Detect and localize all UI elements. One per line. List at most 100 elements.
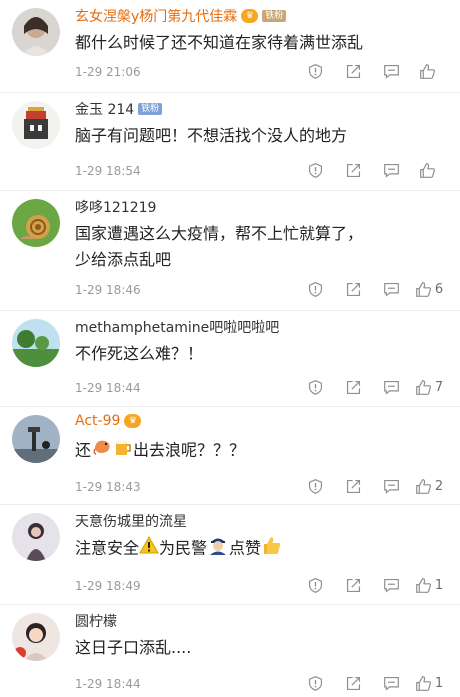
timestamp: 1-29 18:43 — [75, 480, 141, 494]
like-icon — [415, 478, 431, 494]
like-button[interactable]: 1 — [410, 672, 448, 694]
comment-actions: 7 — [296, 376, 448, 398]
repost-button[interactable] — [334, 159, 372, 181]
report-button[interactable] — [296, 376, 334, 398]
like-button[interactable]: 6 — [410, 278, 448, 300]
report-button[interactable] — [296, 278, 334, 300]
avatar[interactable] — [12, 415, 60, 463]
comment-actions: 2 — [296, 475, 448, 497]
username[interactable]: 圆柠檬 — [75, 611, 117, 631]
warning-emoji-icon — [139, 535, 159, 562]
username[interactable]: 天意伤城里的流星 — [75, 511, 187, 531]
like-button[interactable]: 7 — [410, 376, 448, 398]
like-icon — [415, 281, 431, 297]
repost-button[interactable] — [334, 672, 372, 694]
comment-text-part: 出去浪呢？？？ — [133, 440, 246, 460]
thumbs-up-emoji-icon — [261, 535, 283, 563]
like-count: 2 — [434, 478, 444, 494]
comment-text-part: 还 — [75, 440, 92, 460]
timestamp: 1-29 18:54 — [75, 164, 141, 178]
report-icon — [308, 379, 322, 395]
comment-item: 天意伤城里的流星 注意安全 为民警 点赞 1-29 18:49 1 — [0, 505, 460, 605]
beer-emoji-icon — [113, 437, 133, 465]
comment-text: 脑子有问题吧！不想活找个没人的地方 — [75, 126, 348, 145]
report-button[interactable] — [296, 475, 334, 497]
username[interactable]: methamphetamine吧啦吧啦吧 — [75, 317, 279, 337]
comment-item: 哆哆121219 国家遭遇这么大疫情，帮不上忙就算了，少给添点乱吧 1-29 1… — [0, 191, 460, 311]
repost-button[interactable] — [334, 60, 372, 82]
like-count: 6 — [434, 281, 444, 297]
username-text[interactable]: methamphetamine吧啦吧啦吧 — [75, 317, 279, 337]
repost-icon — [346, 676, 360, 690]
timestamp: 1-29 18:49 — [75, 579, 141, 593]
report-button[interactable] — [296, 159, 334, 181]
comment-item: 玄女涅槃y杨门第九代佳霖 ♛ 铁粉 都什么时候了还不知道在家待着满世添乱 1-2… — [0, 0, 460, 93]
timestamp: 1-29 21:06 — [75, 65, 141, 79]
report-button[interactable] — [296, 672, 334, 694]
like-button[interactable]: 1 — [410, 574, 448, 596]
comment-text-part: 点赞 — [229, 538, 262, 558]
like-button[interactable] — [410, 60, 448, 82]
avatar[interactable] — [12, 319, 60, 367]
username-text[interactable]: 玄女涅槃y杨门第九代佳霖 — [75, 6, 237, 26]
avatar[interactable] — [12, 8, 60, 56]
comment-text-part: 为民警 — [159, 538, 208, 558]
comment-text-part: 注意安全 — [75, 538, 140, 558]
username[interactable]: Act-99 ♛ — [75, 413, 142, 429]
repost-button[interactable] — [334, 574, 372, 596]
username-text[interactable]: 圆柠檬 — [75, 611, 117, 631]
username-text[interactable]: 金玉 214 — [75, 99, 134, 119]
repost-icon — [346, 479, 360, 493]
username-text[interactable]: 天意伤城里的流星 — [75, 511, 187, 531]
report-button[interactable] — [296, 574, 334, 596]
username[interactable]: 金玉 214 铁粉 — [75, 99, 163, 119]
comment-text: 都什么时候了还不知道在家待着满世添乱 — [75, 33, 364, 52]
report-icon — [308, 162, 322, 178]
comment-text: 注意安全 为民警 点赞 — [75, 535, 435, 563]
like-button[interactable]: 2 — [410, 475, 448, 497]
username-text[interactable]: Act-99 — [75, 413, 120, 429]
reply-button[interactable] — [372, 60, 410, 82]
username[interactable]: 哆哆121219 — [75, 197, 156, 217]
comment-item: methamphetamine吧啦吧啦吧 不作死这么难？！ 1-29 18:44… — [0, 311, 460, 407]
like-count: 7 — [434, 379, 444, 395]
like-icon — [420, 162, 435, 178]
crown-icon: ♛ — [124, 414, 142, 428]
avatar[interactable] — [12, 199, 60, 247]
repost-button[interactable] — [334, 278, 372, 300]
comment-actions: 1 — [296, 574, 448, 596]
reply-button[interactable] — [372, 574, 410, 596]
fan-badge: 铁粉 — [138, 103, 163, 115]
comment-text: 国家遭遇这么大疫情，帮不上忙就算了，少给添点乱吧 — [75, 224, 364, 269]
report-icon — [308, 478, 322, 494]
comment-text: 这日子口添乱.... — [75, 638, 192, 657]
timestamp: 1-29 18:46 — [75, 283, 141, 297]
repost-button[interactable] — [334, 475, 372, 497]
reply-icon — [383, 578, 399, 593]
timestamp: 1-29 18:44 — [75, 381, 141, 395]
avatar[interactable] — [12, 513, 60, 561]
comment-item: 金玉 214 铁粉 脑子有问题吧！不想活找个没人的地方 1-29 18:54 — [0, 93, 460, 191]
reply-button[interactable] — [372, 672, 410, 694]
comment-actions: 6 — [296, 278, 448, 300]
username-text[interactable]: 哆哆121219 — [75, 197, 156, 217]
report-button[interactable] — [296, 60, 334, 82]
report-icon — [308, 281, 322, 297]
like-button[interactable] — [410, 159, 448, 181]
reply-button[interactable] — [372, 278, 410, 300]
shrimp-emoji-icon — [91, 437, 113, 465]
avatar[interactable] — [12, 613, 60, 661]
reply-icon — [383, 380, 399, 395]
reply-button[interactable] — [372, 475, 410, 497]
reply-button[interactable] — [372, 376, 410, 398]
like-count: 1 — [434, 577, 444, 593]
repost-button[interactable] — [334, 376, 372, 398]
avatar[interactable] — [12, 101, 60, 149]
timestamp: 1-29 18:44 — [75, 677, 141, 691]
like-icon — [420, 63, 435, 79]
username[interactable]: 玄女涅槃y杨门第九代佳霖 ♛ 铁粉 — [75, 6, 287, 26]
reply-button[interactable] — [372, 159, 410, 181]
report-icon — [308, 63, 322, 79]
comment-text: 还 出去浪呢？？？ — [75, 437, 435, 465]
comment-actions — [296, 159, 448, 181]
